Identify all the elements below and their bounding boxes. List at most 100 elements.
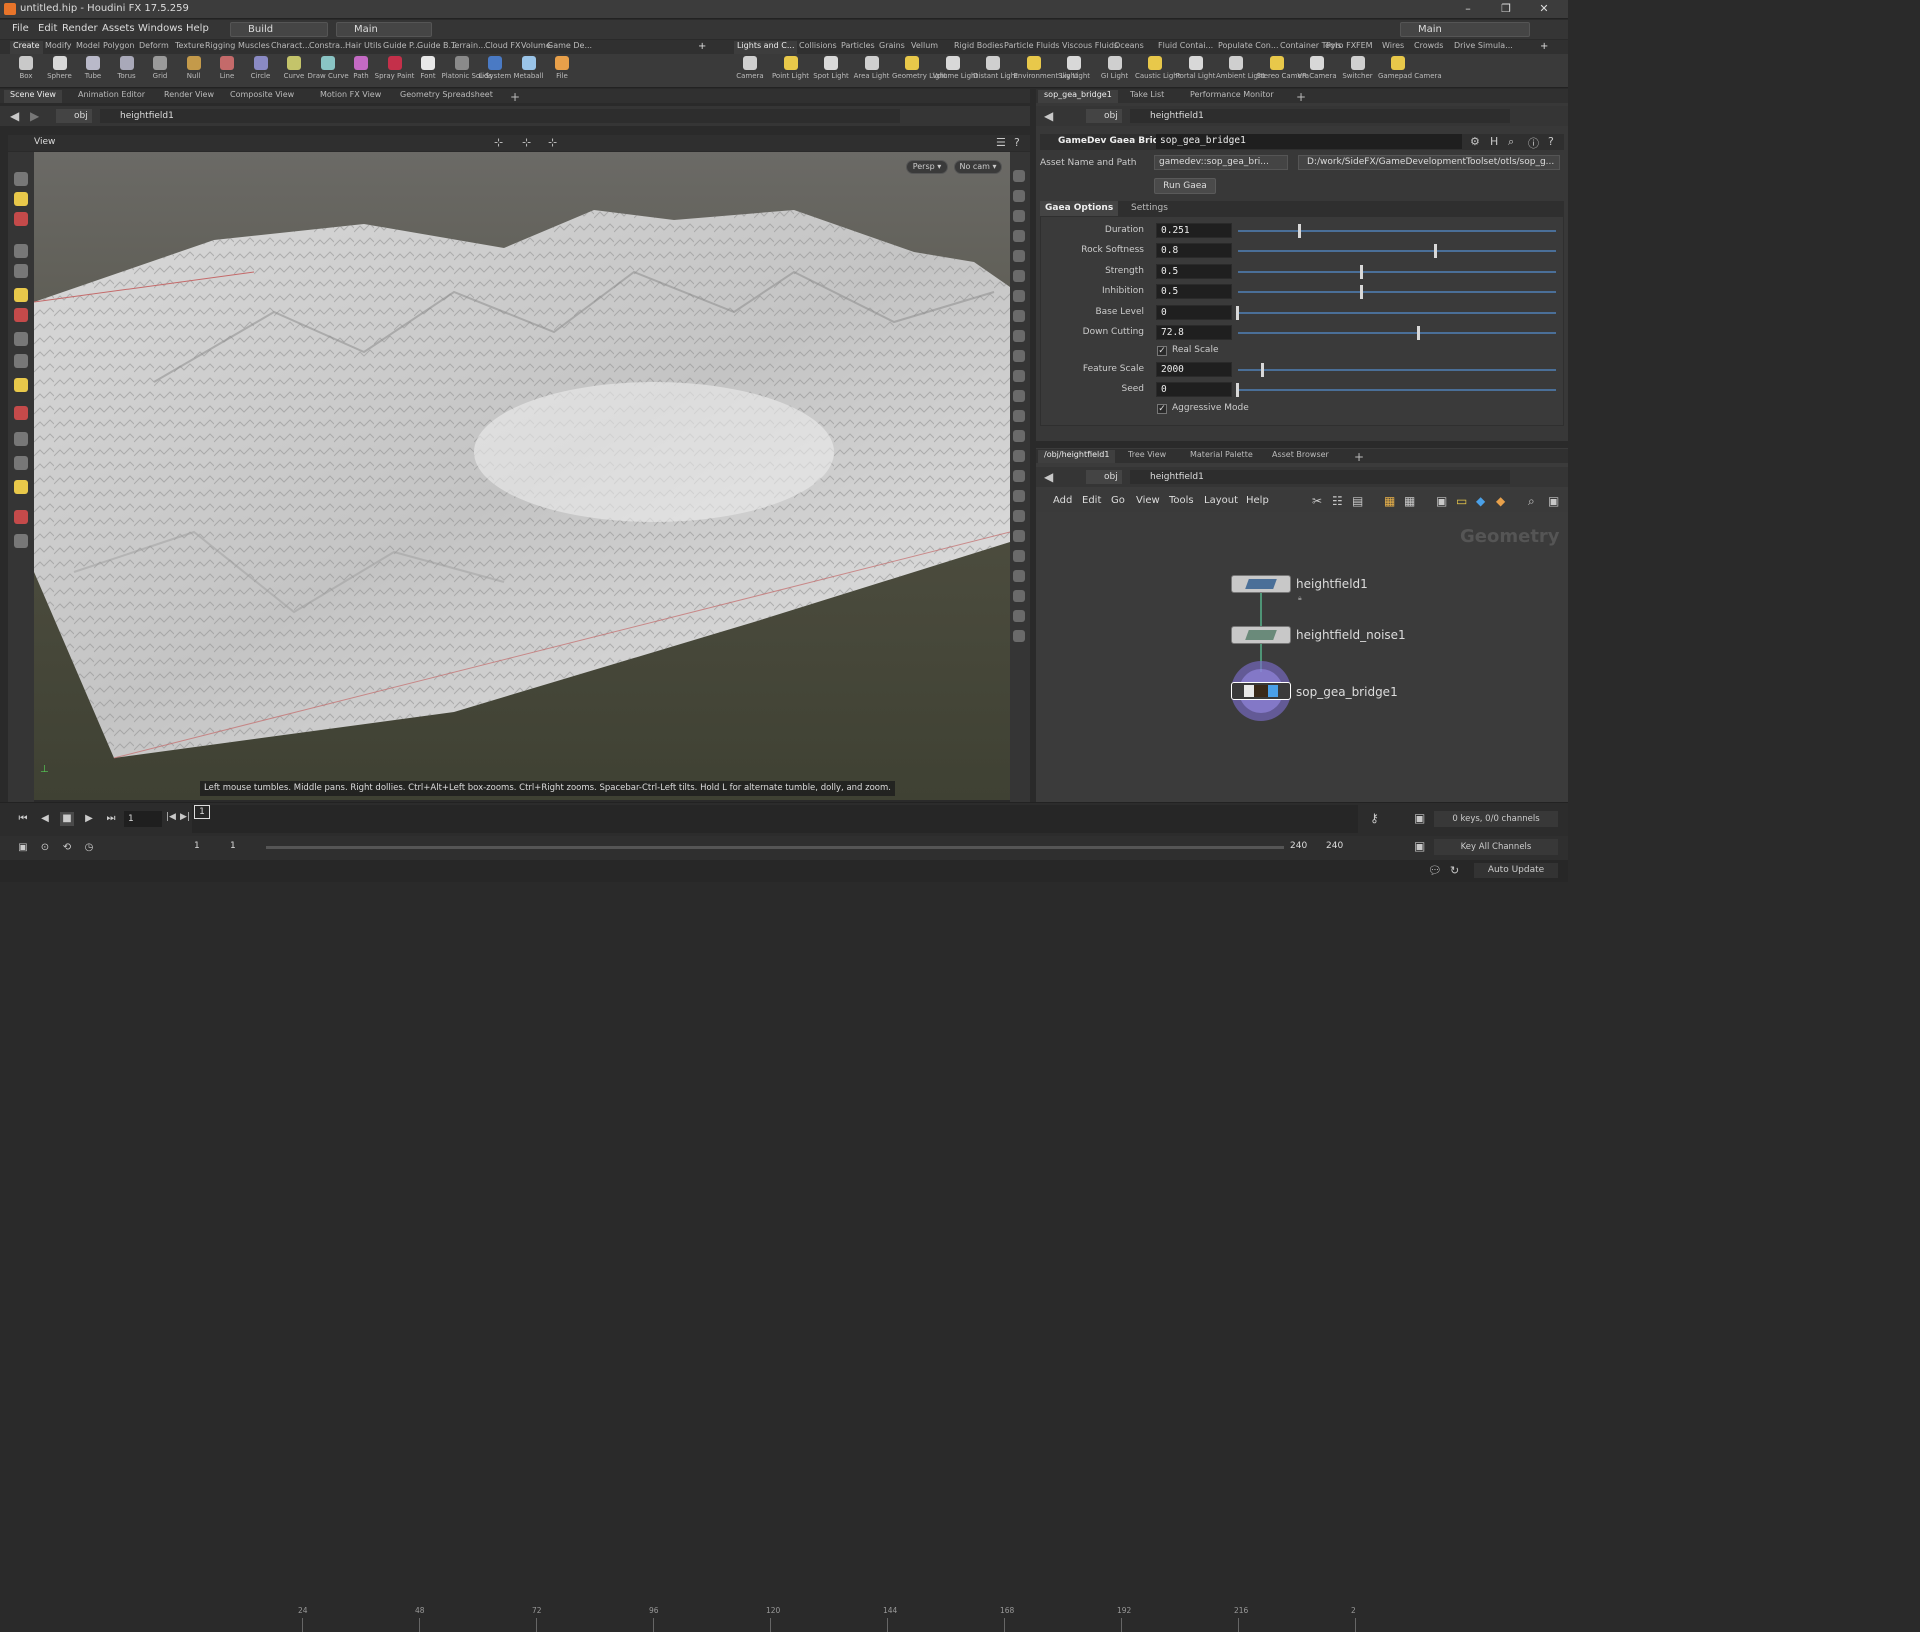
asset-name-select[interactable]: gamedev::sop_gea_bri... (1154, 155, 1288, 170)
tool-right-10[interactable]: Caustic Light (1135, 56, 1181, 80)
scale-tool-icon[interactable] (14, 244, 28, 258)
key-all-channels-button[interactable]: Key All Channels (1434, 839, 1558, 855)
light-tool-icon[interactable] (14, 510, 28, 524)
net-menu-help[interactable]: Help (1246, 495, 1269, 506)
breadcrumb-node[interactable]: heightfield1 (100, 109, 900, 123)
shelf-add-icon-right[interactable]: + (1540, 41, 1548, 52)
tab-asset-browser[interactable]: Asset Browser (1266, 450, 1335, 463)
camera-tool-icon[interactable] (14, 480, 28, 494)
display-option-1-icon[interactable] (1013, 190, 1025, 202)
breadcrumb-node[interactable]: heightfield1 (1130, 470, 1510, 484)
brush-tool-icon[interactable] (14, 308, 28, 322)
menu-windows[interactable]: Windows (138, 23, 183, 34)
snap-icon[interactable]: ⊹ (494, 136, 503, 149)
display-option-20-icon[interactable] (1013, 570, 1025, 582)
grid-icon[interactable]: ▦ (1404, 494, 1415, 508)
aggressive-mode-checkbox[interactable]: ✓ (1157, 404, 1167, 414)
param-slider-down-cutting[interactable] (1238, 332, 1556, 334)
channel-icon[interactable]: ▣ (1414, 811, 1425, 825)
node-sop-gea-bridge1[interactable] (1231, 682, 1291, 700)
info-icon[interactable]: ⓘ (1528, 135, 1539, 151)
param-slider-knob-feature-scale[interactable] (1261, 363, 1264, 377)
auto-update-select[interactable]: Auto Update (1474, 863, 1558, 878)
tool-right-13[interactable]: Stereo Camera (1257, 56, 1309, 80)
desktop-right-select[interactable]: Main (1400, 22, 1530, 37)
tool-right-8[interactable]: Sky Light (1054, 56, 1094, 80)
display-option-17-icon[interactable] (1013, 510, 1025, 522)
timeline-track[interactable] (192, 805, 1358, 833)
shelf-tab-10[interactable]: Hair Utils (342, 41, 385, 54)
jump-start-icon[interactable]: ⏮ (16, 812, 30, 826)
back-arrow-icon[interactable]: ◀ (10, 109, 19, 123)
tool-16[interactable]: File (542, 56, 582, 80)
timeline-cursor[interactable]: 1 (194, 805, 210, 819)
param-slider-knob-inhibition[interactable] (1360, 285, 1363, 299)
search-icon[interactable]: ⌕ (1528, 494, 1535, 509)
display-option-0-icon[interactable] (1013, 170, 1025, 182)
search-icon[interactable]: ⌕ (1508, 135, 1514, 149)
display-option-12-icon[interactable] (1013, 410, 1025, 422)
shelf-tab-16[interactable]: Game De... (544, 41, 595, 54)
grid-view-icon[interactable]: ▦ (1384, 494, 1395, 508)
desktop-build-select[interactable]: Build (230, 22, 328, 37)
node-name-field[interactable]: sop_gea_bridge1 (1156, 134, 1462, 149)
select-tool-icon[interactable] (14, 172, 28, 186)
maximize-icon[interactable]: ❐ (1494, 1, 1518, 17)
help-icon[interactable]: ? (1548, 135, 1554, 148)
display-option-9-icon[interactable] (1013, 350, 1025, 362)
tool-right-4[interactable]: Geometry Light (892, 56, 947, 80)
real-scale-checkbox[interactable]: ✓ (1157, 346, 1167, 356)
display-option-16-icon[interactable] (1013, 490, 1025, 502)
shape-icon[interactable]: ◆ (1496, 494, 1505, 508)
play-icon[interactable]: ▶ (82, 812, 96, 826)
close-icon[interactable]: ✕ (1532, 1, 1556, 17)
layout-icon[interactable]: ▣ (1436, 494, 1447, 508)
param-field-strength[interactable]: 0.5 (1156, 264, 1232, 279)
flipbook-tool-icon[interactable] (14, 534, 28, 548)
tool-right-16[interactable]: Gamepad Camera (1378, 56, 1442, 80)
tool-right-15[interactable]: Switcher (1338, 56, 1378, 80)
snap-prim-icon[interactable]: ⊹ (548, 136, 557, 149)
param-slider-rock-softness[interactable] (1238, 250, 1556, 252)
shelf-tab-right-13[interactable]: FEM (1353, 41, 1376, 54)
shelf-tab-4[interactable]: Deform (136, 41, 172, 54)
view-tool-icon[interactable] (14, 456, 28, 470)
tool-right-5[interactable]: Volume Light (933, 56, 978, 80)
tab-geometry-spreadsheet[interactable]: Geometry Spreadsheet (394, 90, 499, 103)
list-icon[interactable]: ▤ (1352, 494, 1363, 508)
shelf-tab-3[interactable]: Polygon (100, 41, 137, 54)
persp-menu-button[interactable]: Persp ▾ (906, 160, 948, 174)
range-end-field[interactable]: 240 (1290, 841, 1307, 851)
shelf-tab-right-2[interactable]: Particles (838, 41, 878, 54)
shelf-add-icon[interactable]: + (698, 41, 706, 52)
key-all-icon[interactable]: ▣ (1414, 839, 1425, 853)
help-icon[interactable]: ? (1014, 136, 1020, 149)
current-frame-field[interactable]: 1 (124, 811, 162, 827)
display-option-15-icon[interactable] (1013, 470, 1025, 482)
display-option-21-icon[interactable] (1013, 590, 1025, 602)
param-slider-knob-rock-softness[interactable] (1434, 244, 1437, 258)
add-tab-icon[interactable]: + (1348, 450, 1370, 464)
viewport-3d[interactable]: Persp ▾ No cam ▾ ⊥ (34, 152, 1010, 800)
param-slider-knob-strength[interactable] (1360, 265, 1363, 279)
param-slider-strength[interactable] (1238, 271, 1556, 273)
breadcrumb-node[interactable]: heightfield1 (1130, 109, 1510, 123)
tab-motion-fx-view[interactable]: Motion FX View (314, 90, 387, 103)
shelf-tab-right-8[interactable]: Oceans (1111, 41, 1147, 54)
shelf-tab-right-15[interactable]: Crowds (1411, 41, 1446, 54)
tab-material-palette[interactable]: Material Palette (1184, 450, 1259, 463)
refresh-icon[interactable]: ↻ (1450, 864, 1459, 877)
menu-assets[interactable]: Assets (102, 23, 135, 34)
tab-take-list[interactable]: Take List (1124, 90, 1170, 103)
display-option-18-icon[interactable] (1013, 530, 1025, 542)
realtime-icon[interactable]: ⊙ (38, 841, 52, 855)
add-tab-icon[interactable]: + (504, 90, 526, 104)
tab-composite-view[interactable]: Composite View (224, 90, 300, 103)
display-options-icon[interactable]: ☰ (996, 136, 1006, 149)
display-option-13-icon[interactable] (1013, 430, 1025, 442)
transform-tool-icon[interactable] (14, 192, 28, 206)
audio-icon[interactable]: ▣ (16, 841, 30, 855)
sphere-tool-icon[interactable] (14, 432, 28, 446)
note-icon[interactable]: ▭ (1456, 494, 1467, 508)
tab-obj-heightfield1[interactable]: /obj/heightfield1 (1038, 450, 1116, 463)
